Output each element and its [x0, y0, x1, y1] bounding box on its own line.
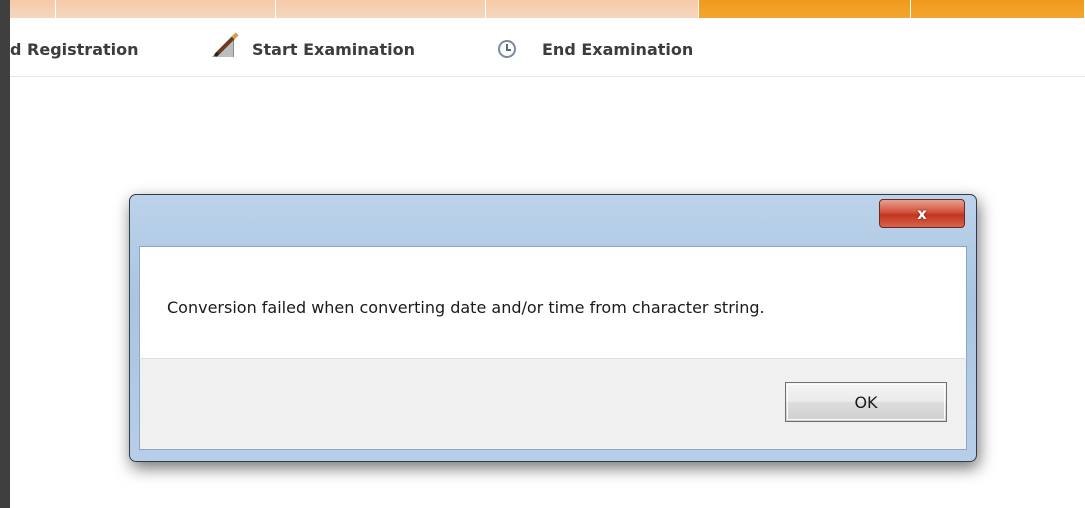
close-icon: x: [917, 204, 927, 223]
ok-button-label: OK: [854, 392, 878, 412]
ok-button[interactable]: OK: [785, 382, 947, 422]
tab-strip-segment-active: [699, 0, 911, 18]
tab-strip-segment: [56, 0, 276, 18]
pencil-paper-icon: [210, 32, 240, 63]
error-message: Conversion failed when converting date a…: [167, 298, 765, 317]
menu-item-label: d Registration: [10, 39, 139, 59]
menu-item-start-examination[interactable]: Start Examination: [210, 32, 415, 63]
menu-bar: d Registration Start Examination End Exa…: [10, 18, 1085, 77]
clock-icon: [498, 40, 516, 58]
tab-strip-segment: [486, 0, 699, 18]
tab-strip-segment-active: [911, 0, 1085, 18]
menu-item-label: Start Examination: [252, 39, 415, 59]
menu-item-registration[interactable]: d Registration: [10, 38, 139, 60]
top-tab-strip: [10, 0, 1085, 18]
menu-item-end-examination[interactable]: End Examination: [498, 38, 693, 60]
dialog-message-area: Conversion failed when converting date a…: [139, 246, 967, 358]
error-dialog: x Conversion failed when converting date…: [129, 194, 977, 462]
tab-strip-segment: [10, 0, 56, 18]
menu-item-label: End Examination: [542, 39, 694, 59]
left-border: [0, 0, 10, 508]
close-button[interactable]: x: [879, 199, 965, 228]
dialog-button-area: OK: [139, 358, 967, 450]
tab-strip-segment: [276, 0, 486, 18]
